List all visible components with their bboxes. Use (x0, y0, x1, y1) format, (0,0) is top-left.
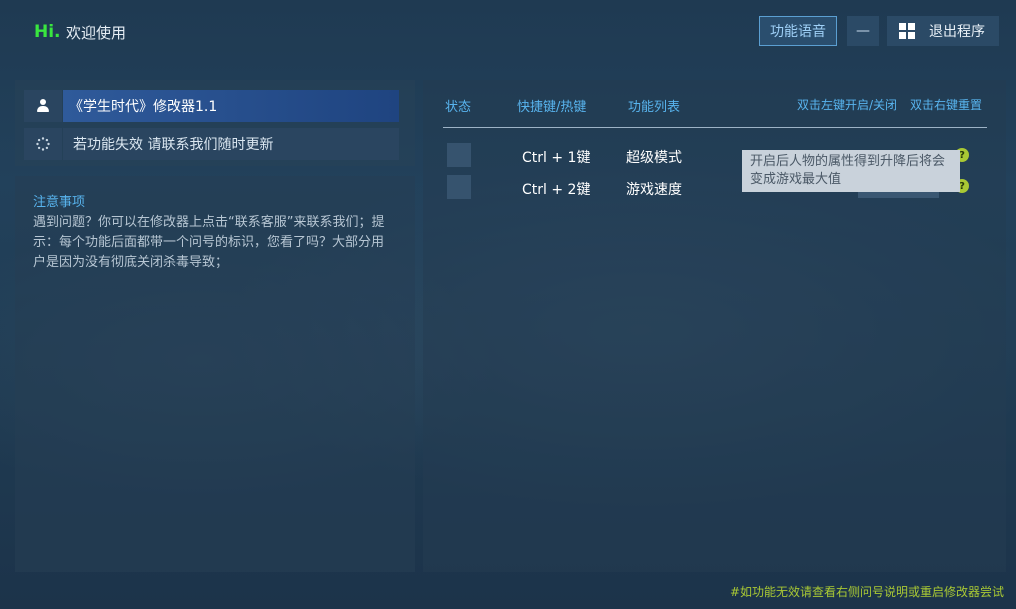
status-checkbox-game-speed[interactable] (447, 175, 471, 199)
hi-logo: Hi. (34, 22, 61, 42)
hotkey-game-speed: Ctrl + 2键 (522, 182, 591, 198)
user-icon-box (24, 90, 62, 122)
trainer-title: 《学生时代》修改器1.1 (63, 90, 399, 122)
column-header-features: 功能列表 (628, 100, 681, 115)
notes-text: 遇到问题？你可以在修改器上点击“联系客服”来联系我们；提示：每个功能后面都带一个… (33, 215, 385, 270)
exit-button[interactable]: 退出程序 (887, 16, 999, 46)
hint-double-right-click: 双击右键重置 (910, 98, 983, 112)
footer-note: #如功能无效请查看右侧问号说明或重启修改器尝试 (729, 585, 1004, 599)
exit-button-label: 退出程序 (929, 24, 985, 40)
column-header-status: 状态 (445, 100, 472, 115)
notice-row: 若功能失效 请联系我们随时更新 (24, 128, 399, 160)
voice-button[interactable]: 功能语音 (759, 16, 837, 46)
hotkey-super-mode: Ctrl + 1键 (522, 150, 591, 166)
hint-double-left-click: 双击左键开启/关闭 (797, 98, 898, 112)
user-icon (36, 99, 50, 113)
header-divider (443, 127, 987, 128)
notes-title: 注意事项 (33, 195, 86, 210)
feature-super-mode: 超级模式 (626, 150, 682, 166)
column-header-hotkey: 快捷键/热键 (517, 100, 587, 115)
minimize-button[interactable]: — (847, 16, 879, 46)
loading-spinner-icon (36, 137, 50, 151)
windows-logo-icon (899, 23, 915, 39)
spinner-icon-box (24, 128, 62, 160)
welcome-text: 欢迎使用 (66, 24, 127, 42)
feature-game-speed: 游戏速度 (626, 182, 682, 198)
update-notice: 若功能失效 请联系我们随时更新 (63, 128, 399, 160)
trainer-title-row: 《学生时代》修改器1.1 (24, 90, 399, 122)
status-checkbox-super-mode[interactable] (447, 143, 471, 167)
help-tooltip: 开启后人物的属性得到升降后将会变成游戏最大值 (742, 150, 960, 192)
